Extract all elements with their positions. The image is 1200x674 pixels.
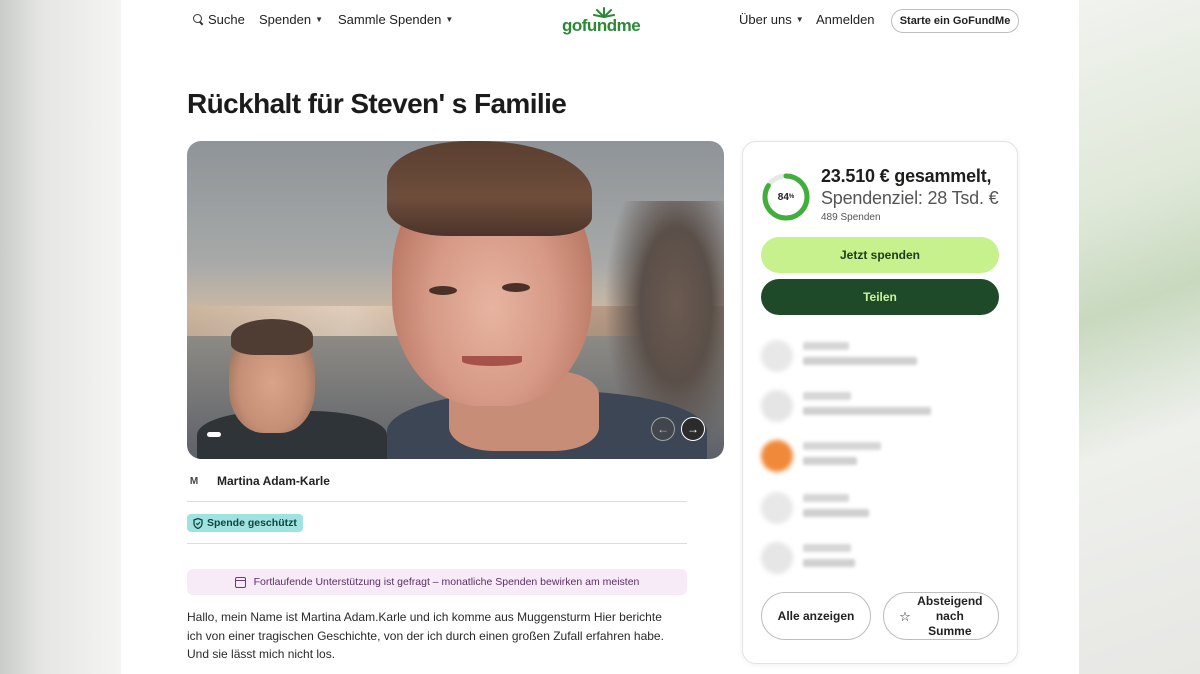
donation-sidebar-card: 84% 23.510 € gesammelt, Spendenziel: 28 … [742,141,1018,664]
sort-by-amount-button[interactable]: ☆ Absteigend nach Summe [883,592,999,640]
collect-menu-label: Sammle Spenden [338,12,442,27]
login-link[interactable]: Anmelden [816,12,875,27]
progress-percent-value: 84 [777,191,789,203]
caret-down-icon: ▼ [315,15,323,24]
donation-goal: Spendenziel: 28 Tsd. € [821,188,999,208]
shield-icon [193,517,203,529]
avatar [761,390,793,422]
avatar [761,340,793,372]
photo-eye-left [429,286,457,295]
organizer-avatar: M [189,475,199,487]
avatar [761,542,793,574]
share-button[interactable]: Teilen [761,279,999,315]
blurred-backdrop-left [0,0,121,674]
photo-person-background-hair [231,319,313,355]
photo-eye-right [502,283,530,292]
donor-list-item [761,338,981,374]
divider [187,501,687,502]
story-line: Und sie lässt mich nicht los. [187,647,336,661]
caret-down-icon: ▼ [795,15,804,24]
search-link[interactable]: Suche [193,12,245,27]
about-menu[interactable]: Über uns ▼ [739,12,804,27]
progress-percent: 84% [761,172,811,222]
donor-list-item [761,540,981,576]
star-icon: ☆ [899,608,911,624]
campaign-story: Hallo, mein Name ist Martina Adam.Karle … [187,608,687,664]
carousel-indicator[interactable] [207,432,221,437]
calendar-icon [234,576,246,588]
top-navigation: Suche Spenden ▼ Sammle Spenden ▼ gofundm… [121,0,1079,42]
campaign-page: Suche Spenden ▼ Sammle Spenden ▼ gofundm… [121,0,1079,674]
caret-down-icon: ▼ [445,15,454,24]
divider [187,543,687,544]
avatar [761,440,793,472]
photo-mouth [462,356,522,366]
search-icon [193,14,204,25]
login-label: Anmelden [816,12,875,27]
story-line: Hallo, mein Name ist Martina Adam.Karle … [187,610,662,624]
campaign-photo[interactable]: ← → [187,141,724,459]
search-label: Suche [208,12,245,27]
carousel-next-arrow-icon[interactable]: → [681,417,705,441]
progress-percent-sign: % [788,194,795,200]
avatar [761,492,793,524]
donor-list-item [761,438,981,474]
donor-list-item [761,388,981,424]
donate-menu[interactable]: Spenden ▼ [259,12,323,27]
donation-count: 489 Spenden [821,212,881,223]
gofundme-logo[interactable]: gofundme [562,6,644,36]
notice-text: Fortlaufende Unterstützung ist gefragt –… [253,576,640,588]
blurred-backdrop-right [1079,0,1200,674]
story-line: ich von einer tragischen Geschichte, von… [187,628,664,643]
photo-person-hair [387,141,592,236]
start-gofundme-button[interactable]: Starte ein GoFundMe [891,9,1019,33]
protected-badge-label: Spende geschützt [207,517,297,529]
protected-donation-badge[interactable]: Spende geschützt [187,514,303,532]
about-menu-label: Über uns [739,12,792,27]
organizer-row[interactable]: M Martina Adam-Karle [187,470,687,492]
logo-wordmark: gofundme [562,16,641,35]
donate-now-button[interactable]: Jetzt spenden [761,237,999,273]
organizer-name: Martina Adam-Karle [217,474,330,488]
collect-menu[interactable]: Sammle Spenden ▼ [338,12,453,27]
sort-button-label: Absteigend nach Summe [917,593,983,638]
campaign-title: Rückhalt für Steven' s Familie [187,88,567,119]
show-all-button[interactable]: Alle anzeigen [761,592,871,640]
donor-list-item [761,490,981,526]
carousel-prev-arrow-icon[interactable]: ← [651,417,675,441]
amount-raised: 23.510 € gesammelt, [821,166,992,186]
monthly-support-notice: Fortlaufende Unterstützung ist gefragt –… [187,569,687,595]
donate-menu-label: Spenden [259,12,312,27]
